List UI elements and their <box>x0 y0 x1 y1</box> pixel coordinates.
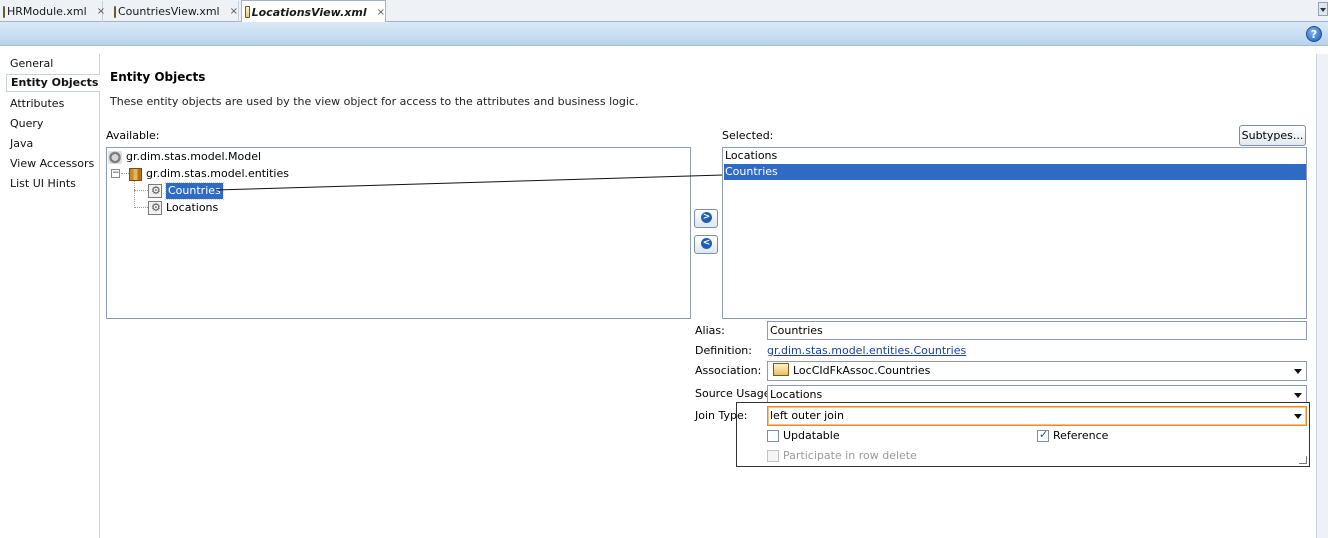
tab-label: LocationsView.xml <box>251 5 367 19</box>
definition-link[interactable]: gr.dim.stas.model.entities.Countries <box>767 344 966 357</box>
selected-list[interactable]: Locations Countries <box>722 147 1307 319</box>
tree-node-countries[interactable]: Countries <box>148 182 224 200</box>
arrow-left-icon: < <box>701 238 712 249</box>
tree-node-label: gr.dim.stas.model.entities <box>146 167 289 180</box>
editor-toolbar: ? <box>0 22 1328 46</box>
association-label: Association: <box>695 364 762 377</box>
close-icon[interactable]: × <box>377 7 385 18</box>
arrow-right-icon: > <box>701 212 712 223</box>
view-file-icon <box>245 6 250 18</box>
nav-item-attributes[interactable]: Attributes <box>10 96 64 112</box>
add-button[interactable]: > <box>694 209 718 228</box>
remove-button[interactable]: < <box>694 235 718 254</box>
tree-connector <box>134 181 135 208</box>
alias-label: Alias: <box>695 324 725 337</box>
subtypes-button[interactable]: Subtypes... <box>1239 125 1306 146</box>
association-value: LocCIdFkAssoc.Countries <box>793 364 931 377</box>
editor-tab-strip: HRModule.xml × CountriesView.xml × Locat… <box>0 0 1328 23</box>
tree-connector <box>134 190 148 191</box>
available-label: Available: <box>106 129 160 142</box>
tree-node-model[interactable]: gr.dim.stas.model.Model <box>108 149 261 165</box>
collapse-icon[interactable]: − <box>111 169 120 178</box>
selected-label: Selected: <box>722 129 774 142</box>
nav-item-query[interactable]: Query <box>10 116 43 132</box>
model-icon <box>108 150 122 164</box>
help-icon[interactable]: ? <box>1306 26 1322 42</box>
nav-item-list-ui-hints[interactable]: List UI Hints <box>10 176 76 192</box>
definition-label: Definition: <box>695 344 752 357</box>
page-description: These entity objects are used by the vie… <box>110 95 639 108</box>
nav-item-java[interactable]: Java <box>10 136 33 152</box>
vertical-scrollbar[interactable] <box>1316 54 1328 538</box>
updatable-checkbox[interactable] <box>767 430 779 442</box>
tab-list-dropdown-icon[interactable] <box>1318 2 1328 16</box>
participate-label: Participate in row delete <box>783 449 917 462</box>
entity-object-icon <box>148 183 162 199</box>
page-title: Entity Objects <box>110 70 206 84</box>
entity-object-icon <box>148 200 162 216</box>
package-icon <box>129 167 142 181</box>
association-icon <box>773 363 789 376</box>
tab-label: HRModule.xml <box>7 5 87 18</box>
source-usage-label: Source Usage: <box>695 387 775 400</box>
reference-checkbox[interactable] <box>1037 428 1049 442</box>
reference-label: Reference <box>1053 429 1109 442</box>
association-select[interactable]: LocCIdFkAssoc.Countries <box>767 361 1307 381</box>
editor-navigation: General Entity Objects Attributes Query … <box>0 54 100 538</box>
list-item-selected[interactable]: Countries <box>724 164 1306 180</box>
close-icon[interactable]: × <box>97 6 105 17</box>
list-item[interactable]: Locations <box>724 148 1306 164</box>
participate-checkbox <box>767 450 779 462</box>
tree-node-locations[interactable]: Locations <box>148 200 218 216</box>
nav-item-general[interactable]: General <box>10 56 53 72</box>
tree-node-label: Countries <box>165 182 224 200</box>
nav-item-view-accessors[interactable]: View Accessors <box>10 156 94 172</box>
close-icon[interactable]: × <box>230 6 238 17</box>
tree-connector <box>134 207 148 208</box>
module-file-icon <box>3 5 5 18</box>
resize-grip-icon[interactable] <box>1299 456 1307 464</box>
nav-item-entity-objects[interactable]: Entity Objects <box>6 74 100 92</box>
tree-connector <box>121 173 129 174</box>
view-file-icon <box>114 5 116 18</box>
available-tree[interactable]: gr.dim.stas.model.Model − gr.dim.stas.mo… <box>106 147 691 319</box>
tree-node-label: Locations <box>166 201 219 214</box>
tab-label: CountriesView.xml <box>118 5 220 18</box>
alias-field[interactable]: Countries <box>767 321 1307 340</box>
join-type-label: Join Type: <box>695 409 748 422</box>
updatable-label: Updatable <box>783 429 840 442</box>
tree-node-label: gr.dim.stas.model.Model <box>126 150 262 163</box>
join-type-select[interactable]: left outer join <box>767 406 1307 426</box>
tab-locationsview[interactable]: LocationsView.xml × <box>241 0 386 23</box>
tree-node-package[interactable]: gr.dim.stas.model.entities <box>129 166 289 182</box>
tab-countriesview[interactable]: CountriesView.xml × <box>111 1 239 22</box>
tab-hrmodule[interactable]: HRModule.xml × <box>0 1 105 22</box>
